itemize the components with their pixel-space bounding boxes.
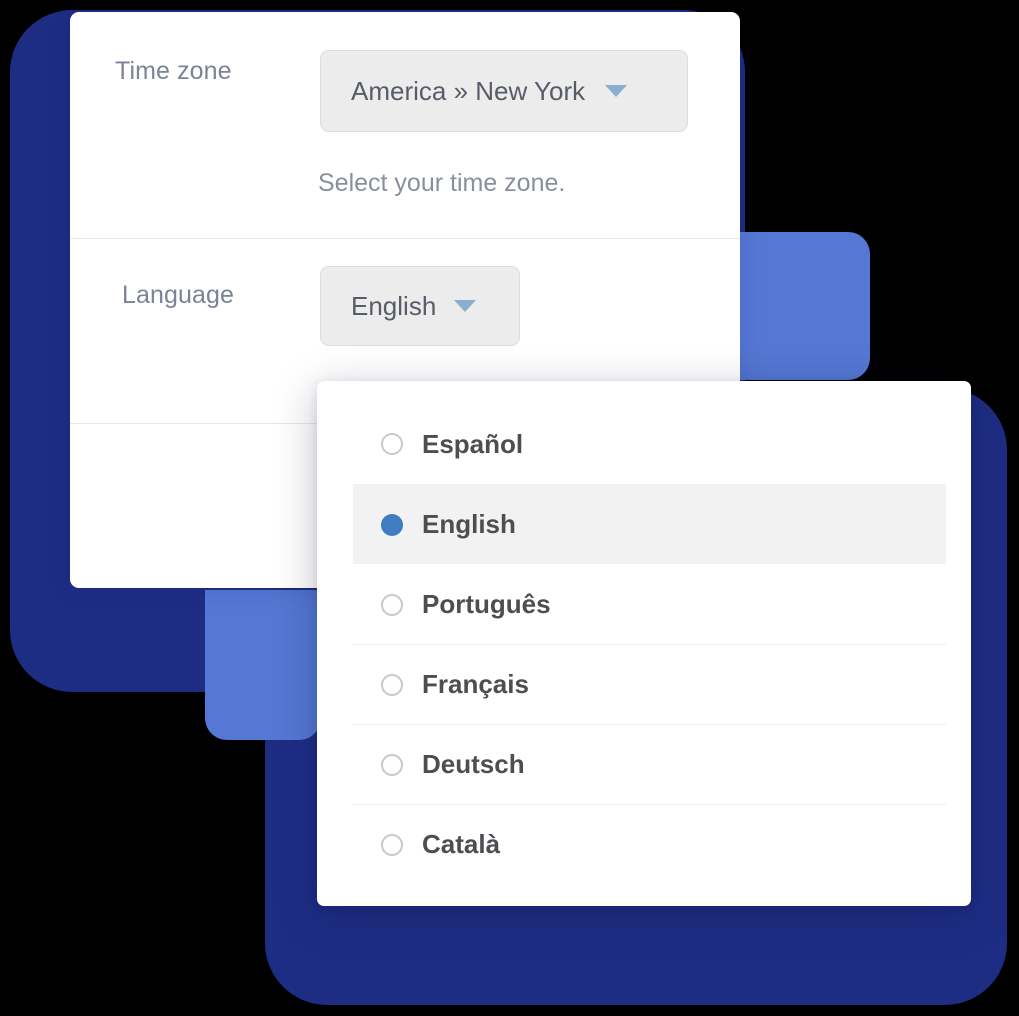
form-row-timezone: Time zone America » New York Select your… — [70, 12, 740, 239]
language-label: Language — [122, 281, 235, 309]
chevron-down-icon — [454, 300, 477, 312]
language-option-list: Español English Português Français Deuts… — [353, 404, 946, 884]
language-option-label: English — [422, 509, 516, 539]
radio-unchecked-icon[interactable] — [381, 433, 403, 455]
language-select[interactable]: English — [320, 266, 520, 346]
radio-unchecked-icon[interactable] — [381, 833, 403, 856]
language-option-english[interactable]: English — [353, 484, 946, 564]
language-option-label: Français — [422, 669, 529, 699]
radio-checked-icon[interactable] — [381, 513, 403, 536]
radio-unchecked-icon[interactable] — [381, 593, 403, 616]
decorative-blue-square-left — [205, 590, 321, 740]
timezone-select-value: America » New York — [351, 75, 586, 106]
language-option-francais[interactable]: Français — [353, 644, 946, 724]
language-option-portugues[interactable]: Português — [353, 564, 946, 644]
language-dropdown-panel: Español English Português Français Deuts… — [317, 381, 971, 906]
decorative-blue-square-right — [740, 232, 870, 380]
radio-unchecked-icon[interactable] — [381, 753, 403, 776]
language-option-label: Deutsch — [422, 749, 525, 779]
timezone-label: Time zone — [115, 57, 232, 85]
language-option-deutsch[interactable]: Deutsch — [353, 724, 946, 804]
timezone-select[interactable]: America » New York — [320, 50, 688, 132]
language-option-label: Español — [422, 428, 524, 459]
language-option-espanol[interactable]: Español — [353, 404, 946, 484]
language-option-catala[interactable]: Català — [353, 804, 946, 884]
radio-unchecked-icon[interactable] — [381, 673, 403, 696]
chevron-down-icon — [605, 85, 628, 97]
language-select-value: English — [351, 290, 437, 321]
timezone-help-text: Select your time zone. — [318, 169, 566, 197]
language-option-label: Português — [422, 589, 551, 619]
language-option-label: Català — [422, 829, 501, 859]
screenshot-root: Time zone America » New York Select your… — [0, 0, 1019, 1016]
